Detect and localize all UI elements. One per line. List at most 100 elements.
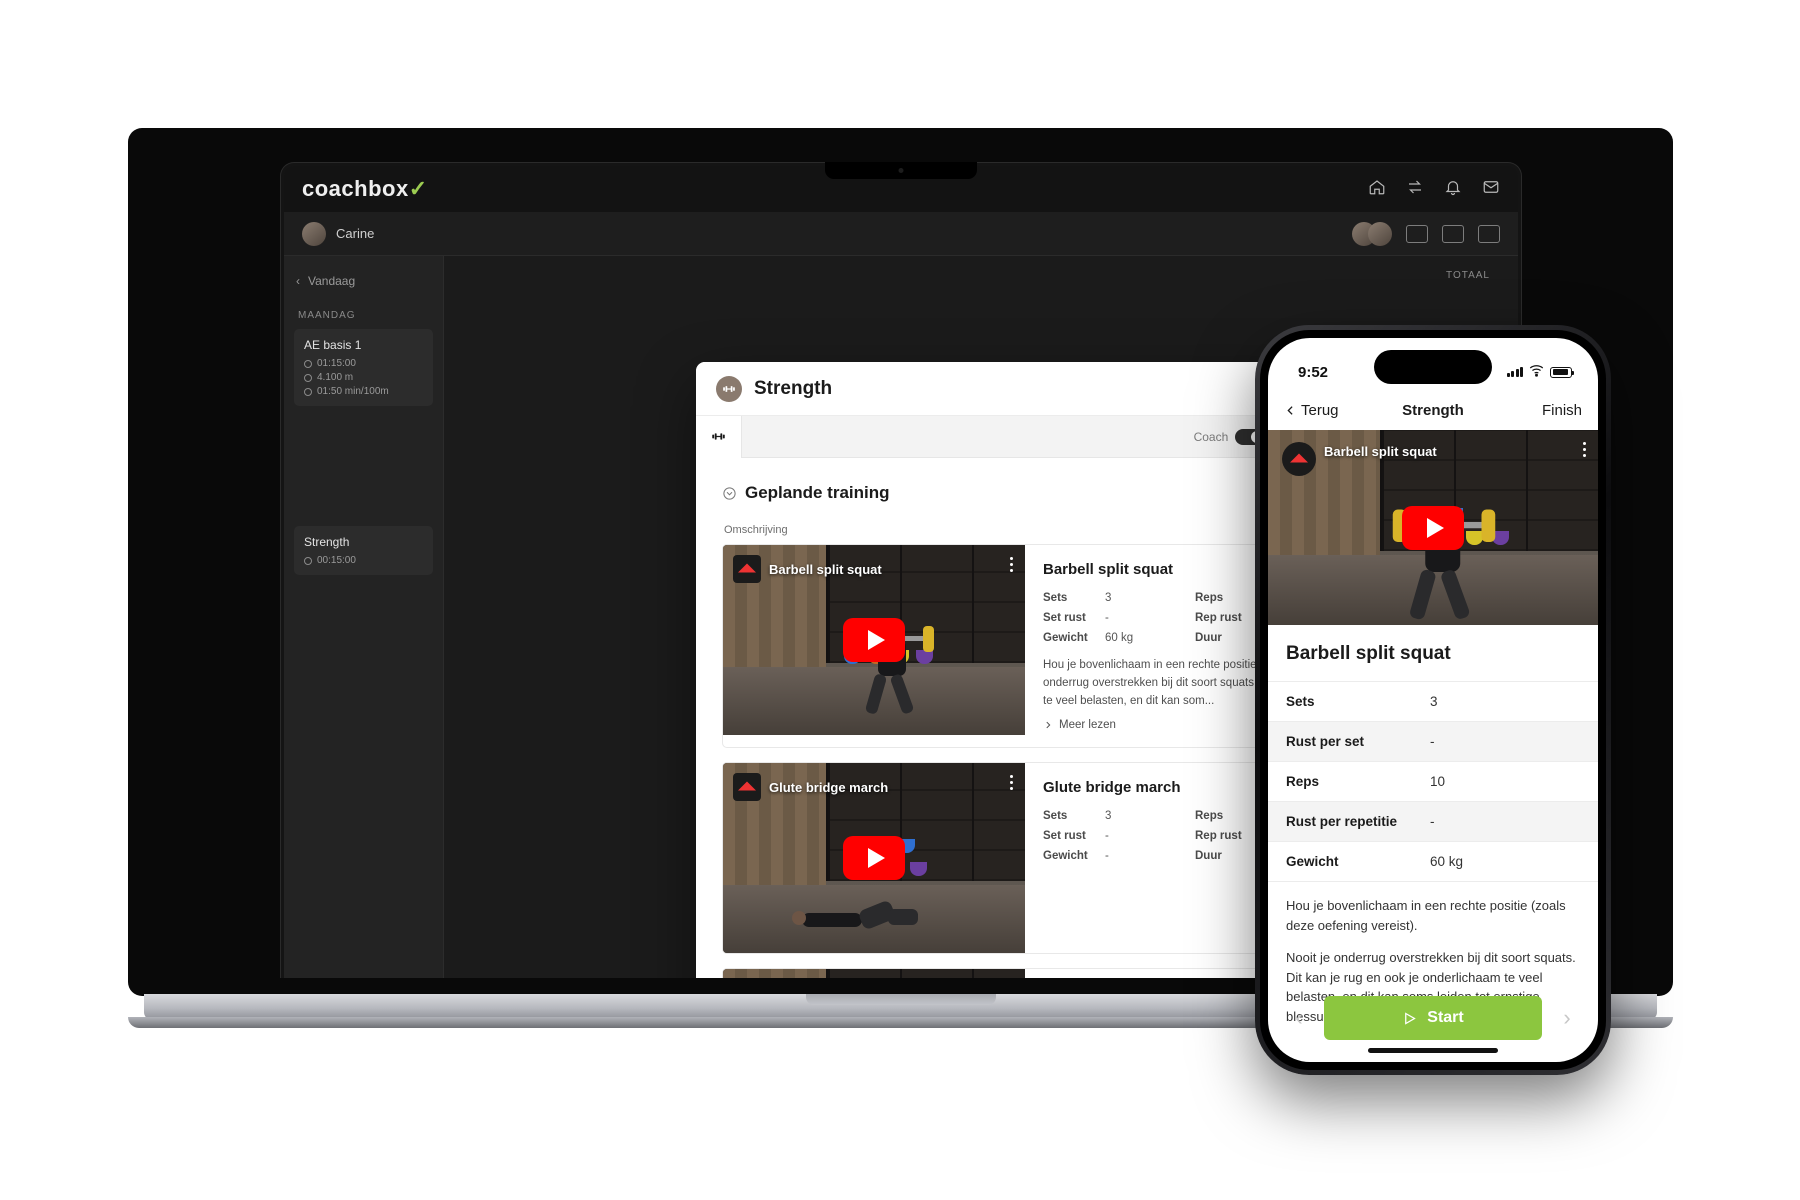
stat-label-gewicht: Gewicht [1043, 850, 1088, 863]
battery-icon [1550, 366, 1574, 378]
video-title: Barbell split squat [769, 561, 882, 577]
play-button-icon[interactable] [1402, 505, 1464, 550]
phone-screen: 9:52 Terug Strength Finish Barbell split… [1268, 338, 1598, 1062]
screenshot-stage: coachbox✓ Carine ‹ Vandaag MAANDAG AE ba… [0, 0, 1800, 1200]
next-exercise-button[interactable]: › [1554, 1005, 1580, 1031]
session-metric-value: 01:15:00 [317, 358, 356, 369]
pace-icon [304, 387, 312, 396]
prev-exercise-button[interactable]: ‹ [1286, 1005, 1312, 1031]
distance-icon [304, 373, 312, 382]
clock-icon [304, 359, 312, 368]
detail-row: Gewicht 60 kg [1268, 842, 1598, 882]
start-button[interactable]: Start [1324, 996, 1542, 1040]
subbar-right-tools [1352, 221, 1500, 246]
session-metric: 01:15:00 [304, 358, 423, 369]
stat-label-gewicht: Gewicht [1043, 632, 1088, 644]
app-subbar: Carine [284, 212, 1518, 256]
sidebar-today-nav[interactable]: ‹ Vandaag [294, 268, 433, 294]
stat-value-gewicht: 60 kg [1105, 632, 1134, 644]
avatar [302, 221, 326, 246]
back-label: Terug [1301, 401, 1339, 419]
modal-title: Strength [754, 377, 833, 399]
video-title: Barbell split squat [1324, 444, 1437, 459]
detail-value: - [1430, 734, 1435, 749]
detail-row: Rust per set - [1268, 722, 1598, 762]
app-sidebar: ‹ Vandaag MAANDAG AE basis 1 01:15:00 4.… [284, 256, 444, 978]
channel-logo-icon [733, 555, 761, 583]
phone-device: 9:52 Terug Strength Finish Barbell split… [1255, 325, 1611, 1075]
chevron-left-icon: ‹ [296, 274, 300, 288]
detail-row: Reps 10 [1268, 762, 1598, 802]
coach-label: Coach [1193, 429, 1229, 444]
back-button[interactable]: Terug [1284, 402, 1339, 419]
chevron-down-icon[interactable] [722, 486, 737, 501]
detail-label: Gewicht [1286, 854, 1339, 869]
stat-label-set-rust: Set rust [1043, 830, 1086, 843]
dumbbell-icon[interactable] [696, 415, 742, 458]
exercise-video-thumbnail[interactable]: Barbell split squat [723, 545, 1025, 735]
chevron-left-icon [1287, 405, 1293, 415]
grid-view-icon[interactable] [1478, 224, 1500, 243]
session-card[interactable]: AE basis 1 01:15:00 4.100 m 01:50 min/10… [294, 329, 433, 406]
athlete-avatars[interactable] [1352, 221, 1392, 246]
dumbbell-icon [716, 375, 742, 402]
phone-page-title: Strength [1402, 401, 1464, 419]
session-title: AE basis 1 [304, 338, 362, 352]
read-more-label: Meer lezen [1059, 719, 1116, 732]
start-button-label: Start [1427, 1009, 1464, 1026]
exercise-video-thumbnail[interactable]: Glute bridge march [723, 763, 1025, 954]
total-label: TOTAAL [1446, 270, 1490, 281]
calendar-view-icon[interactable] [1406, 224, 1428, 243]
bell-icon[interactable] [1444, 178, 1462, 201]
session-metric: 01:50 min/100m [304, 386, 423, 397]
stat-value-set-rust: - [1105, 612, 1109, 624]
stat-label-sets: Sets [1043, 810, 1068, 823]
video-overlay-title: Barbell split squat [733, 555, 882, 583]
sidebar-day-label: MAANDAG [298, 310, 356, 321]
app-logo[interactable]: coachbox✓ [302, 176, 428, 202]
video-more-icon[interactable] [1010, 775, 1013, 791]
detail-label: Rust per set [1286, 734, 1365, 749]
sidebar-today-label: Vandaag [308, 274, 356, 288]
exercise-video-thumbnail[interactable]: Romanian deadlift [723, 969, 1025, 978]
stat-label-sets: Sets [1043, 592, 1068, 604]
phone-nav-bar: Terug Strength Finish [1268, 390, 1598, 430]
detail-label: Rust per repetitie [1286, 814, 1398, 829]
list-view-icon[interactable] [1442, 224, 1464, 243]
session-metric: 00:15:00 [304, 555, 423, 566]
channel-logo-icon [1282, 442, 1316, 476]
current-user-name: Carine [336, 226, 375, 241]
chevron-right-icon [1046, 722, 1051, 729]
play-icon [1405, 1011, 1417, 1025]
wifi-icon [1529, 363, 1544, 382]
home-icon[interactable] [1368, 178, 1386, 201]
finish-button[interactable]: Finish [1542, 402, 1582, 419]
session-metric-value: 4.100 m [317, 372, 354, 383]
section-title: Geplande training [745, 483, 890, 502]
session-card[interactable]: Strength 00:15:00 [294, 526, 433, 575]
description-paragraph: Hou je bovenlichaam in een rechte positi… [1286, 898, 1566, 933]
phone-exercise-title: Barbell split squat [1268, 625, 1598, 682]
swap-icon[interactable] [1406, 178, 1424, 201]
stat-value-gewicht: - [1105, 850, 1109, 863]
channel-logo-icon [733, 773, 761, 802]
stat-label-set-rust: Set rust [1043, 612, 1086, 624]
phone-video-thumbnail[interactable]: Barbell split squat [1268, 430, 1598, 625]
video-overlay-title: Glute bridge march [733, 773, 888, 802]
app-logo-text: coachbox [302, 176, 409, 201]
play-button-icon[interactable] [843, 618, 905, 662]
laptop-notch [824, 162, 977, 179]
detail-label: Reps [1286, 774, 1320, 789]
session-metric-value: 00:15:00 [317, 555, 356, 566]
detail-row: Rust per repetitie - [1268, 802, 1598, 842]
video-more-icon[interactable] [1583, 442, 1586, 457]
detail-label: Sets [1286, 694, 1315, 709]
home-indicator [1368, 1048, 1498, 1053]
video-more-icon[interactable] [1010, 557, 1013, 572]
topbar-icons [1368, 178, 1500, 201]
dynamic-island [1374, 350, 1492, 384]
play-button-icon[interactable] [843, 836, 905, 881]
detail-value: - [1430, 814, 1435, 829]
mail-icon[interactable] [1482, 178, 1500, 201]
cellular-signal-icon [1506, 367, 1523, 377]
